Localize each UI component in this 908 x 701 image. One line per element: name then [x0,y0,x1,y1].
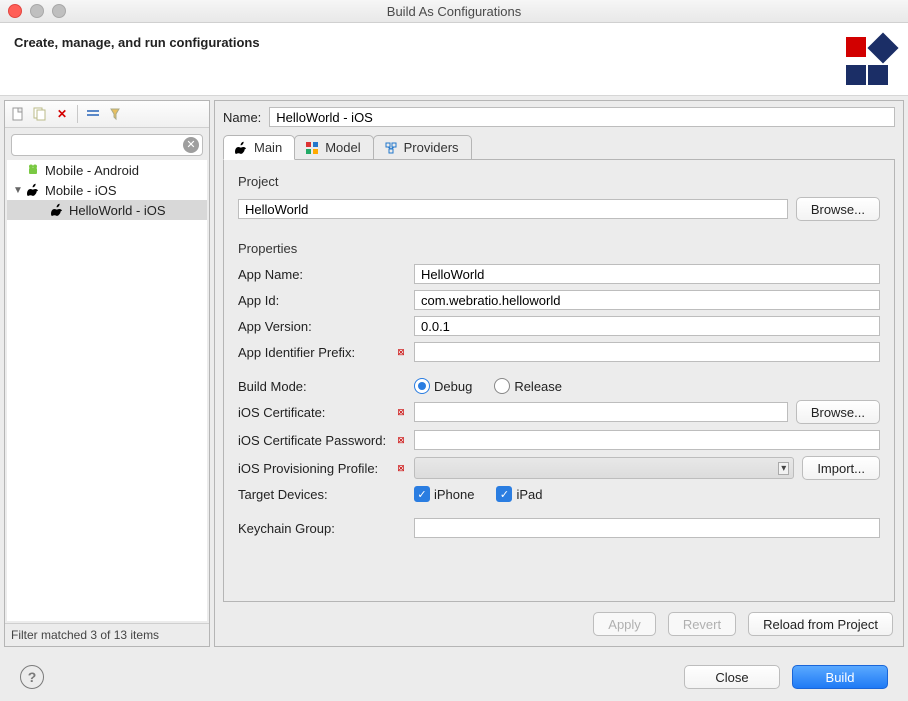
required-marker-icon: ⊠ [396,407,406,418]
window-titlebar: Build As Configurations [0,0,908,23]
delete-config-button[interactable]: ✕ [53,105,71,123]
app-version-label: App Version: [238,319,388,334]
target-ipad-checkbox[interactable]: ✓ iPad [496,486,542,502]
configuration-editor: Name: Main Model [214,100,904,647]
tab-label: Providers [404,140,459,155]
filter-input[interactable] [11,134,203,156]
tab-main-content: Project Browse... Properties App Name: A… [223,160,895,602]
tree-item-helloworld-ios[interactable]: HelloWorld - iOS [7,200,207,220]
ios-cert-pw-label: iOS Certificate Password: [238,433,388,448]
app-id-input[interactable] [414,290,880,310]
tree-item-label: Mobile - Android [45,163,139,178]
brand-logo [846,33,894,85]
expand-caret-icon[interactable]: ▼ [13,185,23,196]
dialog-footer: ? Close Build [0,651,908,701]
build-button[interactable]: Build [792,665,888,689]
apple-icon [25,182,41,198]
clear-filter-icon[interactable]: ✕ [183,137,199,153]
tree-item-mobile-ios[interactable]: ▼ Mobile - iOS [7,180,207,200]
section-title-project: Project [238,174,880,189]
ios-cert-label: iOS Certificate: [238,405,388,420]
revert-button[interactable]: Revert [668,612,736,636]
radio-label: Debug [434,379,472,394]
ios-prov-label: iOS Provisioning Profile: [238,461,388,476]
tree-item-mobile-android[interactable]: Mobile - Android [7,160,207,180]
target-devices-label: Target Devices: [238,487,388,502]
tab-label: Model [325,140,360,155]
name-input[interactable] [269,107,895,127]
required-marker-icon: ⊠ [396,347,406,358]
app-version-input[interactable] [414,316,880,336]
tab-main[interactable]: Main [223,135,295,160]
app-id-label: App Id: [238,293,388,308]
configurations-panel: ✕ ✕ Mobile - Android [4,100,210,647]
apple-icon [49,202,65,218]
app-name-label: App Name: [238,267,388,282]
build-mode-release-radio[interactable]: Release [494,378,562,394]
collapse-all-button[interactable] [84,105,102,123]
reload-from-project-button[interactable]: Reload from Project [748,612,893,636]
close-window-icon[interactable] [8,4,22,18]
minimize-window-icon[interactable] [30,4,44,18]
radio-icon [414,378,430,394]
radio-label: Release [514,379,562,394]
ios-prov-select[interactable]: ▾ [414,457,794,479]
app-id-prefix-input[interactable] [414,342,880,362]
build-mode-label: Build Mode: [238,379,388,394]
header-banner: Create, manage, and run configurations [0,23,908,96]
checkbox-label: iPhone [434,487,474,502]
app-name-input[interactable] [414,264,880,284]
name-label: Name: [223,110,261,125]
help-icon[interactable]: ? [20,665,44,689]
apple-icon [234,141,248,155]
copy-config-button[interactable] [31,105,49,123]
required-marker-icon: ⊠ [396,435,406,446]
tab-model[interactable]: Model [294,135,373,159]
project-input[interactable] [238,199,788,219]
required-marker-icon: ⊠ [396,463,406,474]
ios-cert-pw-input[interactable] [414,430,880,450]
filter-toggle-button[interactable] [106,105,124,123]
checkbox-icon: ✓ [496,486,512,502]
ios-cert-input[interactable] [414,402,788,422]
providers-icon [384,141,398,155]
target-iphone-checkbox[interactable]: ✓ iPhone [414,486,474,502]
build-mode-debug-radio[interactable]: Debug [414,378,472,394]
ios-cert-browse-button[interactable]: Browse... [796,400,880,424]
app-id-prefix-label: App Identifier Prefix: [238,345,388,360]
project-browse-button[interactable]: Browse... [796,197,880,221]
new-config-button[interactable] [9,105,27,123]
android-icon [25,162,41,178]
tree-item-label: Mobile - iOS [45,183,117,198]
radio-icon [494,378,510,394]
configurations-toolbar: ✕ [5,101,209,128]
ios-prov-import-button[interactable]: Import... [802,456,880,480]
apply-button[interactable]: Apply [593,612,656,636]
keychain-input[interactable] [414,518,880,538]
configurations-tree[interactable]: Mobile - Android ▼ Mobile - iOS HelloWor… [7,160,207,621]
filter-status: Filter matched 3 of 13 items [5,623,209,646]
checkbox-label: iPad [516,487,542,502]
chevron-down-icon: ▾ [778,462,789,475]
header-subtitle: Create, manage, and run configurations [14,35,260,50]
section-title-properties: Properties [238,241,880,256]
close-button[interactable]: Close [684,665,780,689]
tab-label: Main [254,140,282,155]
model-icon [305,141,319,155]
tab-providers[interactable]: Providers [373,135,472,159]
editor-action-row: Apply Revert Reload from Project [223,602,895,638]
keychain-label: Keychain Group: [238,521,388,536]
zoom-window-icon[interactable] [52,4,66,18]
tree-item-label: HelloWorld - iOS [69,203,166,218]
checkbox-icon: ✓ [414,486,430,502]
tab-bar: Main Model Providers [223,133,895,160]
window-title: Build As Configurations [387,4,521,19]
